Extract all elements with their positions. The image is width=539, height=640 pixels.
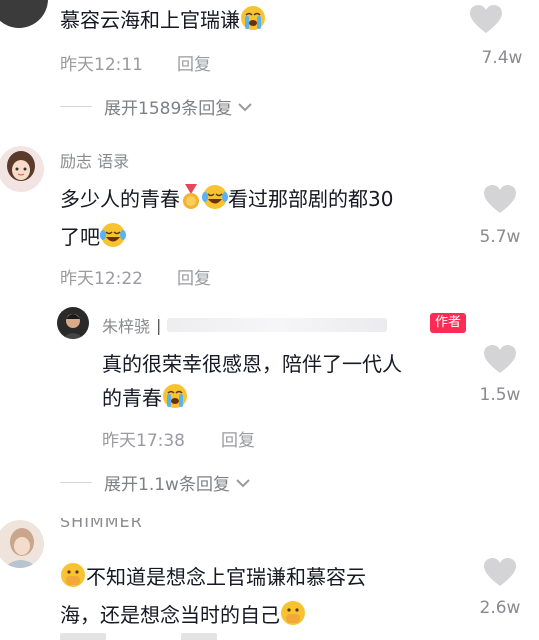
- reply-button[interactable]: 回复: [177, 264, 211, 289]
- timestamp: 昨天17:38: [102, 431, 185, 451]
- face-with-hand-over-mouth-icon: [60, 562, 86, 598]
- expand-replies-label: 展开1.1w条回复: [104, 475, 230, 495]
- comment-text: 不知道是想念上官瑞谦和慕容云 海，还是想念当时的自己: [60, 560, 470, 636]
- timestamp: 昨天12:22: [60, 269, 143, 289]
- loudly-crying-face-icon: [240, 5, 266, 41]
- heart-icon: [484, 345, 516, 373]
- chevron-down-icon: [236, 478, 250, 487]
- like-count: 1.5w: [479, 385, 521, 405]
- comment-text: 多少人的青春 看过那部剧的都30 了吧: [60, 182, 470, 258]
- avatar[interactable]: [57, 307, 89, 339]
- reply-text: 真的很荣幸很感恩，陪伴了一代人 的青春: [102, 347, 472, 419]
- reply-button[interactable]: 回复: [221, 426, 255, 451]
- divider: [60, 106, 92, 107]
- expand-replies-label: 展开1589条回复: [104, 99, 233, 119]
- face-with-tears-of-joy-icon: [100, 222, 126, 258]
- username[interactable]: SHIMMER: [60, 518, 143, 528]
- face-with-hand-over-mouth-icon: [280, 600, 306, 636]
- expand-replies-button[interactable]: 展开1589条回复: [60, 94, 254, 119]
- heart-icon: [484, 185, 516, 213]
- chevron-down-icon: [238, 102, 252, 111]
- sports-medal-icon: [180, 184, 202, 220]
- face-with-tears-of-joy-icon: [202, 184, 228, 220]
- like-button[interactable]: [469, 4, 503, 38]
- blurred-text: [167, 318, 388, 332]
- avatar[interactable]: [0, 0, 48, 28]
- loudly-crying-face-icon: [162, 383, 188, 419]
- timestamp: 昨天12:11: [60, 55, 143, 75]
- like-count: 5.7w: [479, 227, 521, 247]
- like-button[interactable]: [483, 184, 517, 218]
- reply-button[interactable]: 回复: [177, 50, 211, 75]
- comment-text: 慕容云海和上官瑞谦: [60, 3, 266, 41]
- partial-meta-row: [60, 632, 220, 640]
- reply-username[interactable]: 朱梓骁 |: [102, 313, 388, 337]
- like-button[interactable]: [483, 557, 517, 591]
- divider: [60, 482, 92, 483]
- heart-icon: [484, 558, 516, 586]
- heart-icon: [470, 5, 502, 33]
- username[interactable]: 励志 语录: [60, 148, 129, 172]
- expand-replies-button[interactable]: 展开1.1w条回复: [60, 470, 252, 495]
- avatar[interactable]: [0, 520, 44, 568]
- like-count: 7.4w: [481, 48, 523, 68]
- author-badge: 作者: [430, 313, 467, 333]
- avatar[interactable]: [0, 146, 44, 192]
- like-button[interactable]: [483, 344, 517, 378]
- like-count: 2.6w: [479, 598, 521, 618]
